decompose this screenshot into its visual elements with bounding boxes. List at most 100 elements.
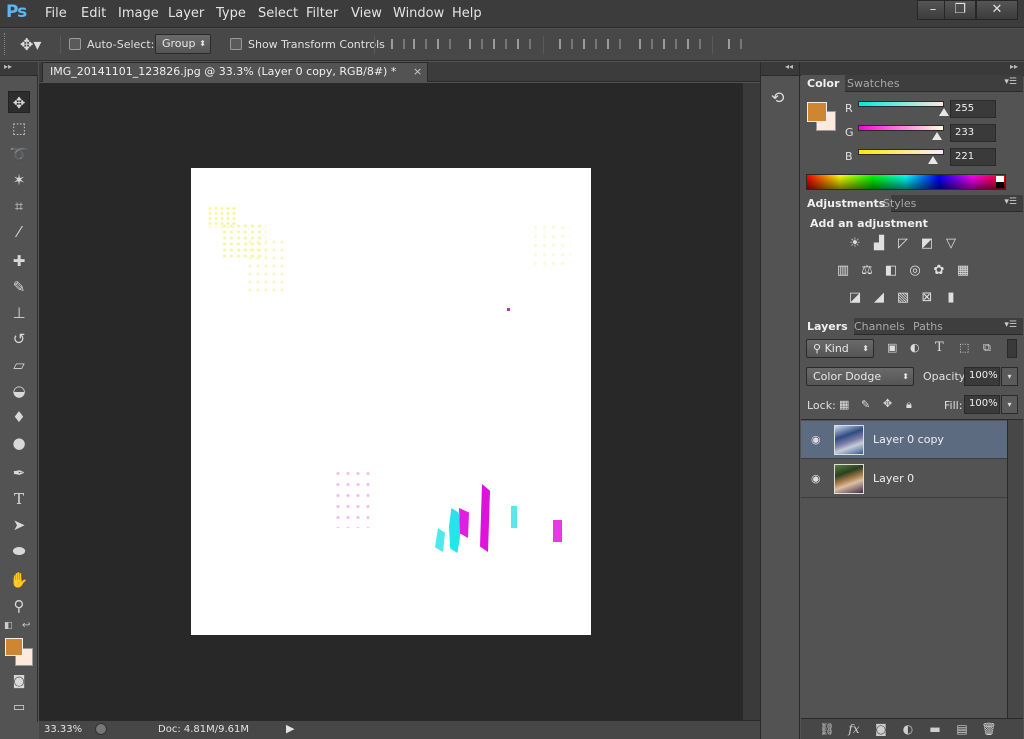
align-left-icon[interactable] [467, 37, 483, 51]
vibrance-icon[interactable]: ▽ [943, 236, 959, 252]
hand-tool-icon[interactable]: ✋ [8, 569, 30, 591]
filter-adjustment-layers-icon[interactable]: ◐ [910, 341, 920, 354]
menu-type[interactable]: Type [216, 6, 246, 21]
green-slider-track[interactable] [858, 125, 944, 131]
screen-mode-icon[interactable]: ▭ [8, 697, 30, 719]
layers-scrollbar[interactable] [1007, 420, 1023, 718]
filter-pixel-layers-icon[interactable]: ▣ [887, 341, 897, 354]
panel-menu-icon[interactable]: ▾☰ [1004, 77, 1017, 87]
menu-edit[interactable]: Edit [81, 6, 106, 21]
menu-layer[interactable]: Layer [168, 6, 204, 21]
menu-window[interactable]: Window [393, 6, 444, 21]
history-brush-tool-icon[interactable]: ↺ [8, 328, 30, 350]
fill-dropdown-arrow-icon[interactable]: ▾ [1001, 395, 1018, 414]
lasso-tool-icon[interactable]: ➰ [8, 143, 30, 165]
align-horizontal-center-icon[interactable] [491, 37, 507, 51]
show-transform-checkbox[interactable] [230, 38, 242, 50]
red-value-field[interactable]: 255 [950, 100, 996, 118]
distribute-bottom-icon[interactable] [605, 37, 621, 51]
blur-tool-icon[interactable]: ♦ [8, 406, 30, 428]
curves-icon[interactable]: ◸ [895, 236, 911, 252]
layer-filter-dropdown[interactable]: ⚲ Kind ⬍ [806, 339, 874, 358]
menu-view[interactable]: View [351, 6, 382, 21]
spectrum-black-swatch[interactable] [996, 182, 1004, 188]
distribute-top-icon[interactable] [557, 37, 573, 51]
align-vertical-center-icon[interactable] [411, 37, 427, 51]
blue-value-field[interactable]: 221 [950, 148, 996, 166]
exposure-icon[interactable]: ◩ [919, 236, 935, 252]
opacity-field[interactable]: 100% [964, 367, 1000, 386]
pen-tool-icon[interactable]: ✒ [8, 462, 30, 484]
distribute-right-icon[interactable] [685, 37, 701, 51]
levels-icon[interactable]: ▟ [871, 236, 887, 252]
auto-select-dropdown[interactable]: Group ⬍ [155, 34, 211, 54]
fill-field[interactable]: 100% [964, 395, 1000, 414]
blue-slider-thumb[interactable] [927, 156, 938, 164]
status-menu-arrow-icon[interactable]: ▶ [286, 722, 294, 735]
color-spectrum-bar[interactable] [806, 174, 1006, 190]
eyedropper-tool-icon[interactable]: ⁄ [8, 221, 30, 243]
new-layer-icon[interactable]: ▤ [954, 722, 970, 736]
brush-tool-icon[interactable]: ✎ [8, 276, 30, 298]
menu-help[interactable]: Help [452, 6, 482, 21]
align-bottom-icon[interactable] [435, 37, 451, 51]
quick-mask-icon[interactable]: ◙ [8, 671, 30, 693]
green-slider-thumb[interactable] [931, 132, 942, 140]
move-tool-preset-icon[interactable]: ✥▾ [20, 35, 41, 54]
red-slider-track[interactable] [858, 101, 944, 107]
layer-style-fx-icon[interactable]: fx [846, 722, 862, 736]
eraser-tool-icon[interactable]: ▱ [8, 354, 30, 376]
red-slider-thumb[interactable] [939, 108, 949, 116]
delete-layer-icon[interactable]: 🗑︎ [981, 722, 997, 736]
foreground-color-swatch[interactable] [5, 638, 23, 656]
dock-collapse-strip[interactable]: ◂◂ [761, 62, 799, 76]
crop-tool-icon[interactable]: ⌗ [8, 195, 30, 217]
restore-button[interactable]: ❐ [944, 0, 976, 20]
filter-smart-objects-icon[interactable]: ⧉ [983, 341, 991, 355]
channel-mixer-icon[interactable]: ✿ [931, 263, 947, 279]
menu-filter[interactable]: Filter [306, 6, 338, 21]
menu-file[interactable]: File [45, 6, 67, 21]
visibility-eye-icon[interactable]: ◉ [811, 433, 823, 446]
default-colors-icon[interactable]: ◧ [4, 621, 13, 631]
opacity-dropdown-arrow-icon[interactable]: ▾ [1001, 367, 1018, 386]
add-mask-icon[interactable]: ◙ [873, 722, 889, 736]
filter-toggle-switch[interactable] [1007, 339, 1017, 358]
tab-layers[interactable]: Layers [801, 318, 854, 335]
selective-color-icon[interactable]: ⊠ [919, 290, 935, 306]
tab-channels[interactable]: Channels [848, 318, 911, 335]
link-layers-icon[interactable]: ⛓ [819, 722, 835, 736]
panel-menu-icon[interactable]: ▾☰ [1004, 320, 1017, 330]
history-panel-icon[interactable]: ⟲ [771, 88, 784, 107]
move-tool-icon[interactable]: ✥ [8, 91, 30, 113]
marquee-tool-icon[interactable]: ⬚ [8, 117, 30, 139]
layer-row-layer-0[interactable]: ◉ Layer 0 [801, 460, 1007, 498]
auto-align-layers-icon[interactable] [726, 37, 742, 51]
color-balance-icon[interactable]: ⚖ [859, 263, 875, 279]
tab-paths[interactable]: Paths [907, 318, 949, 335]
vertical-scrollbar[interactable] [742, 83, 760, 720]
brightness-contrast-icon[interactable]: ☀ [847, 236, 863, 252]
filter-shape-layers-icon[interactable]: ⬚ [959, 341, 969, 354]
gradient-map-icon[interactable]: ▮ [943, 290, 959, 306]
tab-color[interactable]: Color [801, 75, 846, 92]
layer-name[interactable]: Layer 0 [873, 472, 914, 485]
invert-icon[interactable]: ◪ [847, 290, 863, 306]
document-canvas[interactable] [191, 168, 591, 635]
swap-colors-icon[interactable]: ↩ [22, 620, 30, 631]
align-right-icon[interactable] [515, 37, 531, 51]
paint-bucket-tool-icon[interactable]: ◒ [8, 380, 30, 402]
blend-mode-dropdown[interactable]: Color Dodge ⬍ [806, 367, 914, 386]
align-top-icon[interactable] [389, 37, 405, 51]
menu-image[interactable]: Image [118, 6, 159, 21]
new-adjustment-layer-icon[interactable]: ◐ [900, 722, 916, 736]
ellipse-tool-icon[interactable]: ⬬ [8, 540, 30, 562]
close-document-icon[interactable]: × [413, 65, 422, 78]
tab-styles[interactable]: Styles [877, 195, 922, 212]
type-tool-icon[interactable]: T [8, 488, 30, 510]
panel-menu-icon[interactable]: ▾☰ [1004, 197, 1017, 207]
zoom-tool-icon[interactable]: ⚲ [8, 595, 30, 617]
threshold-icon[interactable]: ▧ [895, 290, 911, 306]
tab-swatches[interactable]: Swatches [841, 75, 906, 92]
new-group-icon[interactable]: ▬ [927, 722, 943, 736]
